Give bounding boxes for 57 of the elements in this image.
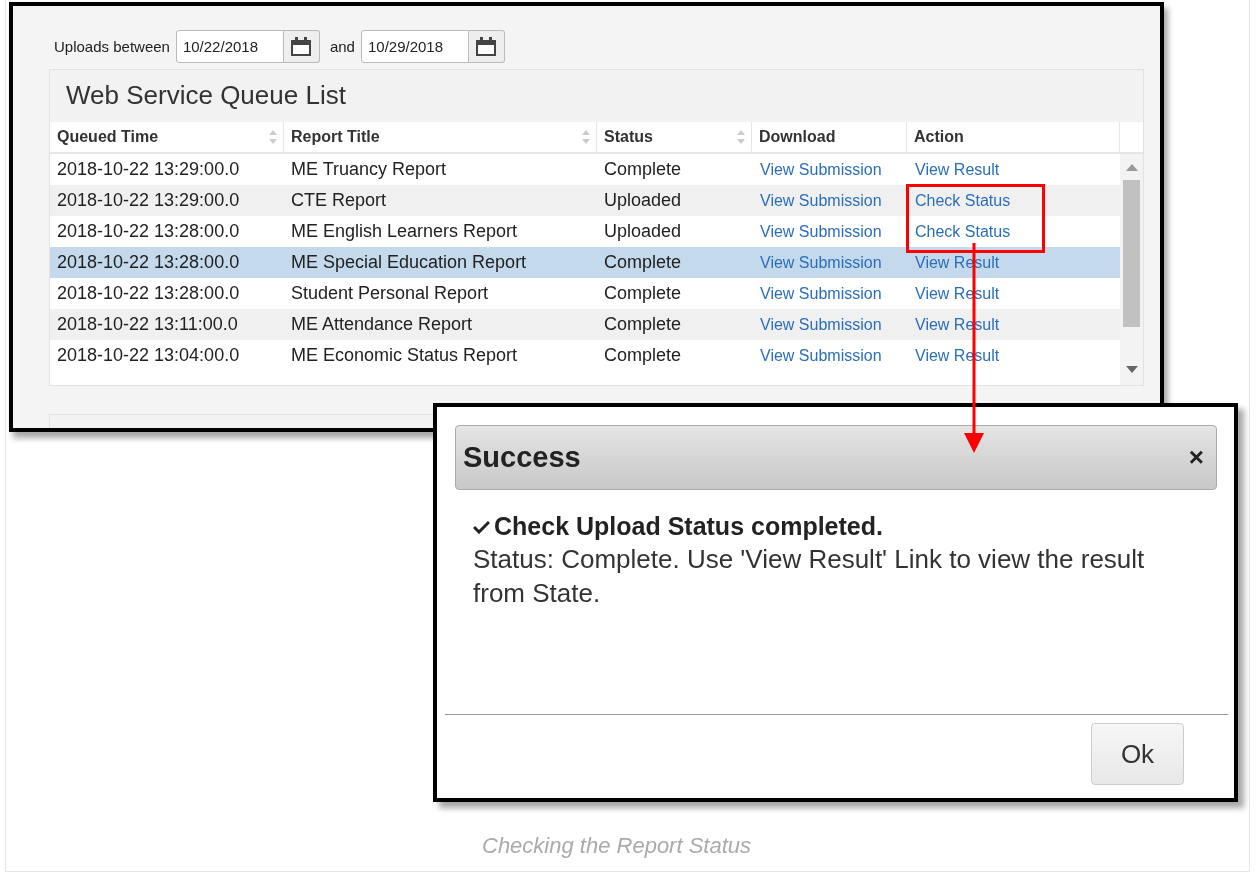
view-submission-link[interactable]: View Submission: [760, 253, 882, 272]
table-cell-text: Complete: [603, 158, 683, 181]
table-cell-text: Complete: [603, 251, 683, 274]
table-cell-text: 2018-10-22 13:29:00.0: [56, 189, 241, 212]
scroll-thumb[interactable]: [1123, 180, 1140, 327]
table-cell-text: Complete: [603, 344, 683, 367]
table-cell-text: ME English Learners Report: [290, 220, 519, 243]
table-cell-text: Uploaded: [603, 189, 683, 212]
table-cell-text: ME Economic Status Report: [290, 344, 519, 367]
joiner-label: and: [329, 38, 355, 55]
table-cell-text: ME Special Education Report: [290, 251, 528, 274]
table-cell-text: ME Truancy Report: [290, 158, 448, 181]
scroll-down-icon[interactable]: [1126, 366, 1138, 374]
view-submission-link[interactable]: View Submission: [760, 222, 882, 241]
start-date-field[interactable]: 10/22/2018: [175, 30, 284, 63]
close-button[interactable]: ×: [1188, 442, 1204, 473]
column-header[interactable]: Download: [752, 122, 907, 154]
view-submission-link[interactable]: View Submission: [760, 160, 882, 179]
calendar-icon: [290, 36, 313, 57]
view-submission-link[interactable]: View Submission: [760, 191, 882, 210]
view-submission-link[interactable]: View Submission: [760, 284, 882, 303]
filter-label: Uploads between: [54, 38, 170, 55]
view-submission-link[interactable]: View Submission: [760, 346, 882, 365]
table-cell-text: Student Personal Report: [290, 282, 490, 305]
table-cell-text: 2018-10-22 13:29:00.0: [56, 158, 241, 181]
action-link[interactable]: Check Status: [915, 222, 1011, 241]
calendar-icon: [475, 36, 498, 57]
table-cell-text: Complete: [603, 282, 683, 305]
table-cell-text: ME Attendance Report: [290, 313, 474, 336]
dialog-message: Status: Complete. Use 'View Result' Link to view the result from State.: [473, 543, 1146, 610]
table-cell-text: Uploaded: [603, 220, 683, 243]
column-header[interactable]: Queued Time: [50, 122, 284, 154]
action-link[interactable]: View Result: [915, 160, 1000, 179]
view-submission-link[interactable]: View Submission: [760, 315, 882, 334]
check-icon: [473, 519, 490, 534]
ok-button[interactable]: Ok: [1091, 723, 1184, 785]
table-cell-text: Complete: [603, 313, 683, 336]
table-cell-text: CTE Report: [290, 189, 388, 212]
end-date-field[interactable]: 10/29/2018: [360, 30, 469, 63]
column-header[interactable]: Action: [907, 122, 1120, 154]
table-row[interactable]: 2018-10-22 13:29:00.0 CTE Report Uploaded View Submission Check Status: [50, 185, 1120, 216]
caption: Checking the Report Status: [482, 833, 752, 859]
calendar-button[interactable]: [283, 30, 320, 63]
column-header[interactable]: Report Title: [284, 122, 597, 154]
action-link[interactable]: Check Status: [915, 191, 1011, 210]
table-cell-text: 2018-10-22 13:04:00.0: [56, 344, 241, 367]
dialog-title: Success: [463, 441, 581, 474]
table-cell-text: 2018-10-22 13:28:00.0: [56, 251, 241, 274]
table-cell-text: 2018-10-22 13:11:00.0: [56, 313, 239, 336]
panel-title: Web Service Queue List: [65, 79, 347, 112]
table-cell-text: 2018-10-22 13:28:00.0: [56, 220, 241, 243]
dialog-heading: Check Upload Status completed.: [494, 512, 883, 541]
scroll-up-icon[interactable]: [1126, 164, 1138, 172]
table-cell-text: 2018-10-22 13:28:00.0: [56, 282, 241, 305]
calendar-button[interactable]: [468, 30, 505, 63]
column-header[interactable]: Status: [597, 122, 752, 154]
scrollbar[interactable]: [1120, 154, 1143, 385]
